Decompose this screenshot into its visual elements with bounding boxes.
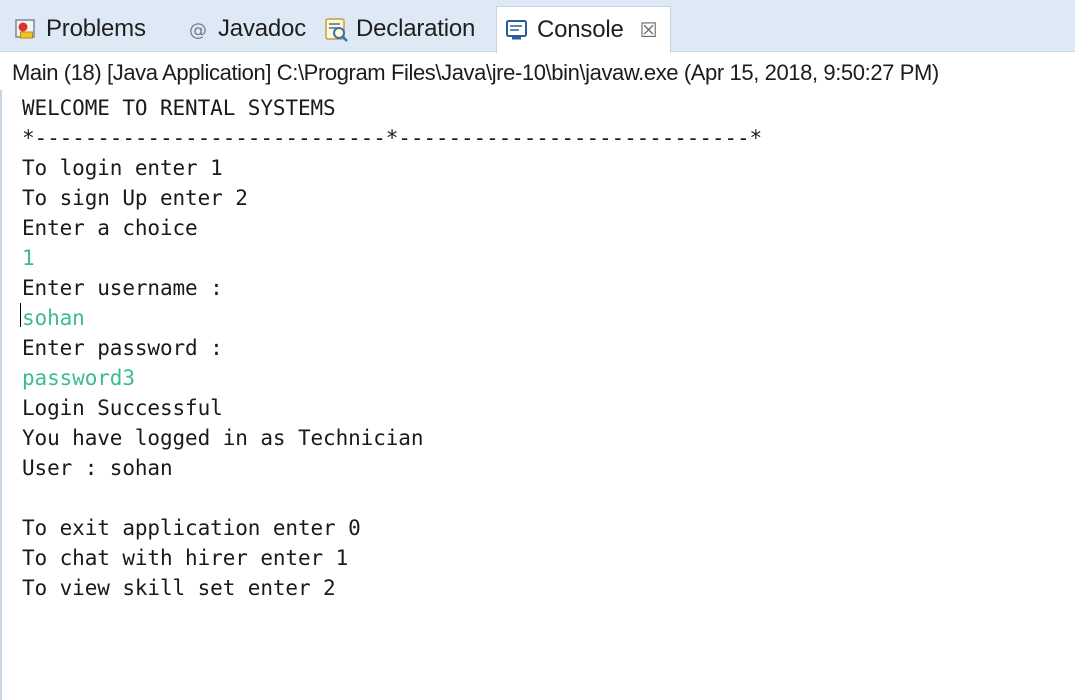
tab-declaration[interactable]: Declaration xyxy=(324,6,475,52)
console-output-line: To exit application enter 0 xyxy=(22,516,361,540)
console-output-line: To login enter 1 xyxy=(22,156,223,180)
console-output-line: User : sohan xyxy=(22,456,173,480)
javadoc-at-icon: @ xyxy=(186,17,210,41)
tab-label: Problems xyxy=(46,15,146,42)
console-output-line: You have logged in as Technician xyxy=(22,426,424,450)
tab-label: Declaration xyxy=(356,15,476,42)
console-output-line: Enter a choice xyxy=(22,216,198,240)
console-input-line: 1 xyxy=(22,246,35,270)
eclipse-console-view: Problems @ Javadoc Declaration Console ☒… xyxy=(0,0,1075,700)
console-output-area[interactable]: WELCOME TO RENTAL SYSTEMS *--------------… xyxy=(0,90,1075,700)
text-caret xyxy=(20,303,21,327)
console-output-line: Login Successful xyxy=(22,396,223,420)
svg-text:@: @ xyxy=(189,20,207,41)
console-input-line: password3 xyxy=(22,366,135,390)
console-output-line: To sign Up enter 2 xyxy=(22,186,248,210)
console-output-line: *----------------------------*----------… xyxy=(22,126,763,150)
console-icon xyxy=(505,18,529,42)
tab-label: Javadoc xyxy=(218,15,306,42)
console-output-line: Enter username : xyxy=(22,276,223,300)
console-output-line: WELCOME TO RENTAL SYSTEMS xyxy=(22,96,336,120)
tab-problems[interactable]: Problems xyxy=(14,6,146,52)
tab-label: Console xyxy=(537,16,624,43)
console-output-line: To chat with hirer enter 1 xyxy=(22,546,349,570)
declaration-icon xyxy=(324,17,348,42)
tab-javadoc[interactable]: @ Javadoc xyxy=(186,6,306,52)
problems-icon xyxy=(14,17,38,41)
process-launch-info: Main (18) [Java Application] C:\Program … xyxy=(12,60,939,85)
tab-console[interactable]: Console ☒ xyxy=(496,6,671,53)
console-output-line: Enter password : xyxy=(22,336,223,360)
console-output-line: To view skill set enter 2 xyxy=(22,576,336,600)
console-input-line: sohan xyxy=(22,306,85,330)
view-tab-bar: Problems @ Javadoc Declaration Console ☒ xyxy=(0,0,1075,53)
close-tab-icon[interactable]: ☒ xyxy=(640,18,658,43)
